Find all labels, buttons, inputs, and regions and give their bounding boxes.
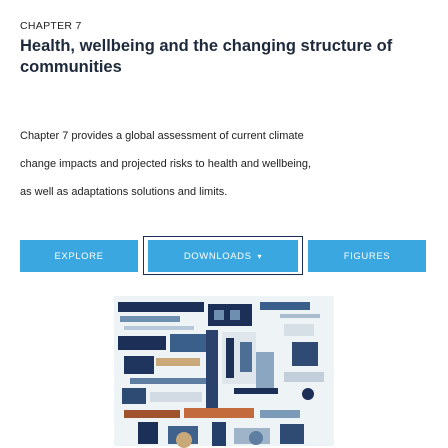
description-line: Chapter 7 provides a global assessment o… xyxy=(20,130,304,142)
chapter-description: Chapter 7 provides a global assessment o… xyxy=(20,122,420,206)
description-line: change impacts and projected risks to he… xyxy=(20,158,312,170)
chapter-label: CHAPTER 7 xyxy=(20,20,82,32)
figures-button-label: FIGURES xyxy=(343,250,391,262)
explore-button[interactable]: EXPLORE xyxy=(20,240,138,272)
explore-button-label: EXPLORE xyxy=(54,250,104,262)
description-line: as well as adaptations solutions and lim… xyxy=(20,186,228,198)
figures-button[interactable]: FIGURES xyxy=(308,240,426,272)
page-title: Health, wellbeing and the changing struc… xyxy=(20,37,393,76)
focus-outline xyxy=(143,236,303,275)
chapter-cover-illustration xyxy=(84,292,364,448)
